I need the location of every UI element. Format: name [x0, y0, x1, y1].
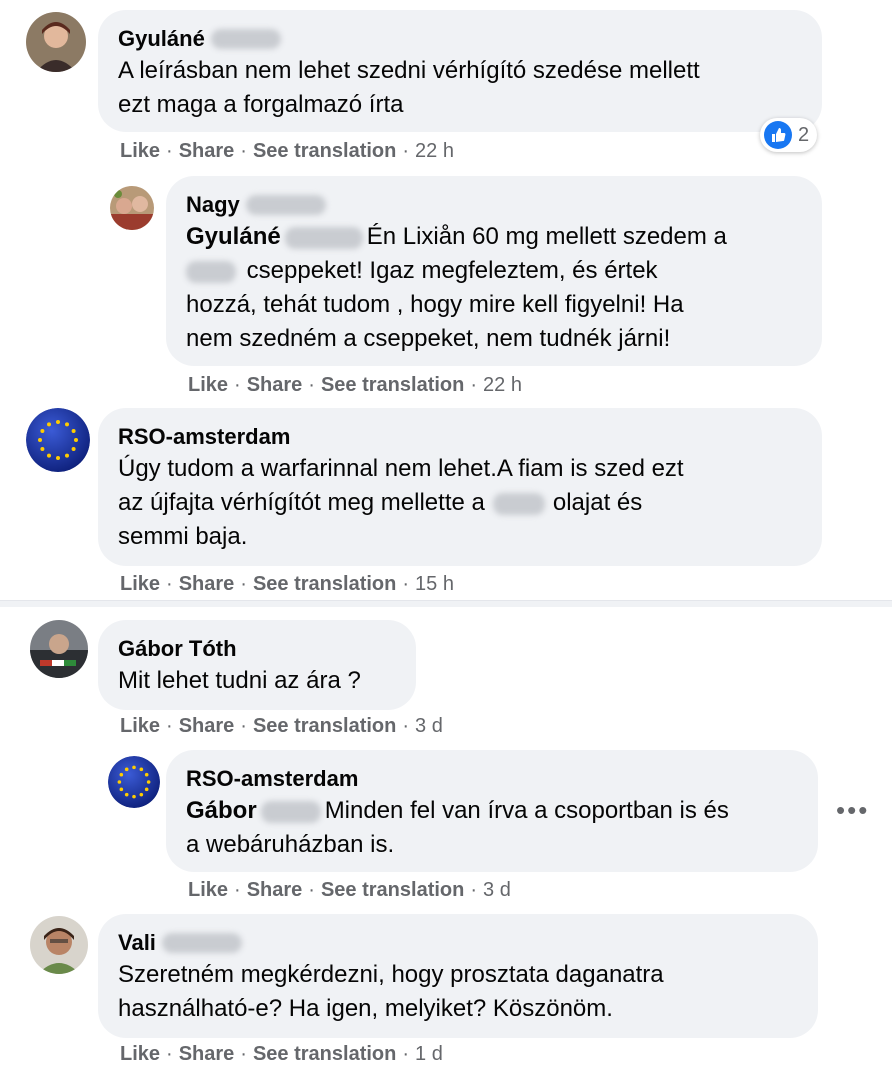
mention[interactable]: Gábor [186, 797, 257, 824]
share-link[interactable]: Share [179, 140, 235, 162]
comment-text-line: használható-e? Ha igen, melyiket? Köszön… [118, 995, 613, 1022]
comment-text: az újfajta vérhígítót meg mellette a [118, 489, 485, 516]
comment-bubble: Vali Szeretném megkérdezni, hogy proszta… [98, 914, 818, 1038]
see-translation-link[interactable]: See translation [253, 140, 396, 162]
see-translation-link[interactable]: See translation [321, 879, 464, 901]
comment-bubble: RSO-amsterdam Gábor Minden fel van írva a… [166, 750, 818, 872]
comment-text-line: Mit lehet tudni az ára ? [118, 667, 361, 694]
comment-text: cseppeket! Igaz megfeleztem, és értek [246, 257, 658, 284]
author-name[interactable]: RSO-amsterdam [186, 764, 798, 794]
comment-actions: Like · Share · See translation · 15 h [120, 573, 454, 595]
redacted-name [161, 933, 242, 953]
like-link[interactable]: Like [120, 573, 160, 595]
comment-text-line: Szeretném megkérdezni, hogy prosztata da… [118, 961, 664, 988]
comment-actions: Like · Share · See translation · 1 d [120, 1043, 443, 1065]
share-link[interactable]: Share [179, 573, 235, 595]
share-link[interactable]: Share [247, 879, 303, 901]
mention[interactable]: Gyuláné [186, 223, 281, 250]
like-link[interactable]: Like [120, 1043, 160, 1065]
like-link[interactable]: Like [188, 879, 228, 901]
comment-text-line: cseppeket! Igaz megfeleztem, és értek [186, 254, 802, 288]
avatar[interactable] [30, 916, 88, 974]
timestamp[interactable]: 15 h [415, 573, 454, 595]
author-name[interactable]: Vali [118, 928, 156, 958]
comment-text: Minden fel van írva a csoportban is és [324, 797, 729, 824]
avatar[interactable] [30, 620, 88, 678]
comment-text-line: Gábor Minden fel van írva a csoportban is… [186, 794, 798, 828]
reaction-count: 2 [798, 123, 810, 146]
screenshot-divider [0, 600, 892, 607]
comment-text-line: Úgy tudom a warfarinnal nem lehet.A fiam… [118, 455, 684, 482]
redacted-name [260, 800, 321, 823]
comment-actions: Like · Share · See translation · 3 d [188, 879, 511, 901]
see-translation-link[interactable]: See translation [253, 715, 396, 737]
like-link[interactable]: Like [120, 715, 160, 737]
avatar[interactable] [26, 12, 86, 72]
comment-actions: Like · Share · See translation · 22 h [120, 140, 454, 162]
comment-actions: Like · Share · See translation · 22 h [188, 374, 522, 396]
author-name[interactable]: RSO-amsterdam [118, 422, 802, 452]
comment-bubble: Gábor Tóth Mit lehet tudni az ára ? [98, 620, 416, 710]
comment-bubble: Nagy Gyuláné Én Lixiån 60 mg mellett szed… [166, 176, 822, 366]
author-name[interactable]: Gyuláné [118, 24, 205, 54]
comment-text-line: a webáruházban is. [186, 831, 395, 858]
timestamp[interactable]: 1 d [415, 1043, 443, 1065]
redacted-product [492, 492, 545, 515]
share-link[interactable]: Share [179, 1043, 235, 1065]
eu-flag-avatar [26, 408, 90, 472]
comment-bubble: Gyuláné A leírásban nem lehet szedni vér… [98, 10, 822, 132]
reaction-summary[interactable]: 2 [760, 118, 818, 152]
avatar[interactable] [110, 186, 154, 230]
author-name[interactable]: Nagy [186, 190, 240, 220]
more-options-icon[interactable]: ••• [836, 797, 869, 823]
eu-flag-avatar [108, 756, 160, 808]
timestamp[interactable]: 3 d [483, 879, 511, 901]
comment-text-line: hozzá, tehát tudom , hogy mire kell figy… [186, 291, 684, 318]
comment-text: olajat és [552, 489, 643, 516]
comment-text-line: az újfajta vérhígítót meg mellette a olaj… [118, 486, 802, 520]
see-translation-link[interactable]: See translation [253, 573, 396, 595]
comment-text-line: nem szedném a cseppeket, nem tudnék járn… [186, 325, 671, 352]
see-translation-link[interactable]: See translation [321, 374, 464, 396]
timestamp[interactable]: 3 d [415, 715, 443, 737]
timestamp[interactable]: 22 h [483, 374, 522, 396]
share-link[interactable]: Share [247, 374, 303, 396]
timestamp[interactable]: 22 h [415, 140, 454, 162]
comment-text-line: A leírásban nem lehet szedni vérhígító s… [118, 57, 700, 84]
author-name[interactable]: Gábor Tóth [118, 634, 396, 664]
redacted-name [284, 226, 363, 249]
see-translation-link[interactable]: See translation [253, 1043, 396, 1065]
like-icon [764, 121, 792, 149]
like-link[interactable]: Like [120, 140, 160, 162]
avatar[interactable] [26, 408, 90, 472]
comment-bubble: RSO-amsterdam Úgy tudom a warfarinnal ne… [98, 408, 822, 566]
comment-text-line: semmi baja. [118, 523, 248, 550]
redacted-product [186, 260, 236, 283]
like-link[interactable]: Like [188, 374, 228, 396]
redacted-name [210, 29, 281, 49]
comment-text: Én Lixiån 60 mg mellett szedem a [366, 223, 727, 250]
comment-text-line: Gyuláné Én Lixiån 60 mg mellett szedem a [186, 220, 802, 254]
comment-actions: Like · Share · See translation · 3 d [120, 715, 443, 737]
redacted-name [245, 195, 326, 215]
avatar[interactable] [108, 756, 160, 808]
share-link[interactable]: Share [179, 715, 235, 737]
comment-text-line: ezt maga a forgalmazó írta [118, 91, 404, 118]
